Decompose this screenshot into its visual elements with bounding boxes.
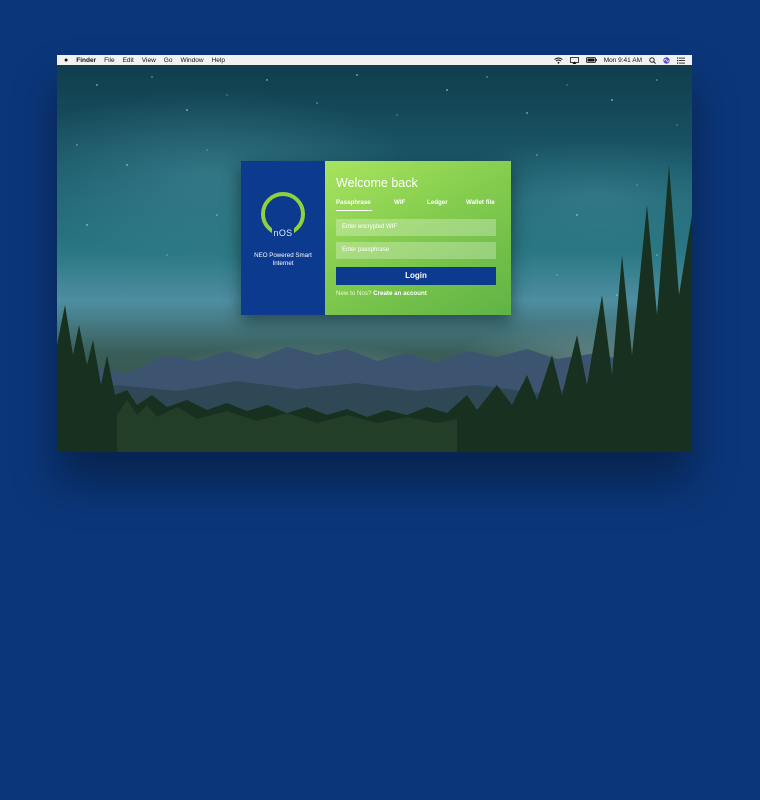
menu-bar: ● Finder File Edit View Go Window Help M… (57, 55, 692, 65)
login-window: nOS NEO Powered Smart Internet Welcome b… (241, 161, 511, 315)
menu-clock[interactable]: Mon 9:41 AM (604, 57, 642, 64)
encrypted-wif-input[interactable]: Enter encrypted WIF (336, 219, 496, 236)
search-icon[interactable] (649, 56, 656, 64)
menu-window[interactable]: Window (180, 57, 203, 64)
siri-icon[interactable] (663, 56, 670, 64)
apple-icon[interactable]: ● (64, 57, 68, 64)
menu-help[interactable]: Help (212, 57, 225, 64)
menu-go[interactable]: Go (164, 57, 173, 64)
desktop-screen: ● Finder File Edit View Go Window Help M… (57, 55, 692, 452)
welcome-title: Welcome back (336, 176, 418, 190)
airplay-icon[interactable] (569, 56, 579, 64)
tab-passphrase[interactable]: Passphrase (336, 199, 394, 211)
brand-panel: nOS NEO Powered Smart Internet (241, 161, 325, 315)
login-button[interactable]: Login (336, 267, 496, 285)
menu-file[interactable]: File (104, 57, 114, 64)
battery-icon[interactable] (585, 57, 597, 63)
logo-text: nOS (271, 228, 295, 238)
tab-ledger[interactable]: Ledger (427, 199, 466, 211)
wifi-icon[interactable] (553, 57, 563, 64)
notification-list-icon[interactable] (677, 57, 685, 64)
login-form: Welcome back Passphrase WIF Ledger Walle… (325, 161, 511, 315)
menu-edit[interactable]: Edit (123, 57, 134, 64)
tab-wallet-file[interactable]: Wallet file (466, 199, 495, 211)
login-method-tabs: Passphrase WIF Ledger Wallet file (336, 199, 496, 211)
passphrase-input[interactable]: Enter passphrase (336, 242, 496, 259)
signup-row: New to Nos? Create an account (336, 290, 496, 297)
menu-view[interactable]: View (142, 57, 156, 64)
signup-prompt: New to Nos? (336, 290, 372, 297)
menu-app-name[interactable]: Finder (76, 57, 96, 64)
tab-wif[interactable]: WIF (394, 199, 427, 211)
tagline: NEO Powered Smart Internet (254, 252, 312, 267)
create-account-link[interactable]: Create an account (373, 290, 427, 297)
